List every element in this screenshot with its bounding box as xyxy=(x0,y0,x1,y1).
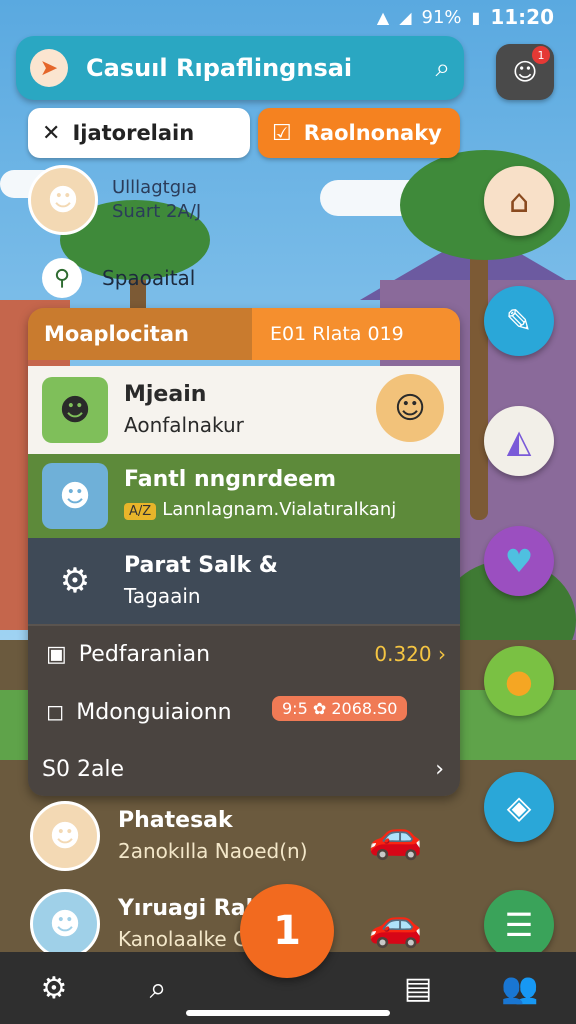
chevron-right-icon: › xyxy=(435,756,444,782)
clock: 11:20 xyxy=(490,5,554,29)
badge: A/Z xyxy=(124,503,157,520)
search-icon[interactable]: ⌕ xyxy=(136,966,180,1010)
location-row[interactable]: ⚲ Spaoaital xyxy=(42,254,195,302)
checkbox-icon: ☑ xyxy=(272,120,292,146)
wifi-icon: ▲ xyxy=(376,7,390,27)
detail-value: 0.320 › xyxy=(374,642,446,666)
detail-row[interactable]: ▣ Pedfaranian 0.320 › xyxy=(28,624,460,682)
puzzle-icon: ⚙ xyxy=(59,561,91,601)
detail-pill: 9:5 ✿ 2068.S0 xyxy=(272,696,408,721)
detail-label: Pedfaranian xyxy=(78,641,211,667)
friend-name: Phatesak xyxy=(118,808,233,833)
list-item-subtitle: Lannlagnam.Vialatıralkanj xyxy=(162,499,397,520)
detail-row[interactable]: ◻ Mdonguiaionn 9:5 ✿ 2068.S0 xyxy=(28,682,460,742)
list-item-subtitle: Tagaain xyxy=(124,584,201,608)
battery-level: 91% xyxy=(421,6,462,28)
detail-label: S0 2ale xyxy=(42,756,125,782)
chip-label: Ijatorelain xyxy=(72,121,195,145)
profile-status: Suart 2A/J xyxy=(112,201,202,222)
list-item-title: Fantl nngnrdeem xyxy=(124,467,337,492)
avatar: ☻ xyxy=(42,463,108,529)
main-panel: Moaplocitan E01 Rlata 019 ☻ Mjeain Aonfa… xyxy=(28,308,460,796)
navigation-arrow-icon[interactable]: ➤ xyxy=(30,49,68,87)
car-icon: 🚗 xyxy=(368,899,423,950)
avatar: ☻ xyxy=(28,165,98,235)
detail-row[interactable]: S0 2ale › xyxy=(28,742,460,796)
chip-filter-check[interactable]: ☑ Raolnonaky xyxy=(258,108,460,158)
battery-icon: ▮ xyxy=(471,7,481,27)
car-icon: 🚗 xyxy=(368,811,423,862)
square-icon: ◻ xyxy=(46,699,65,725)
detail-label: Mdonguiaionn xyxy=(76,699,232,725)
chat-icon: ☺ xyxy=(512,58,538,86)
shop-icon[interactable]: ⌂ xyxy=(484,166,554,236)
list-item[interactable]: ☻ Mjeain Aonfalnakur ☺ xyxy=(28,366,460,454)
chip-filter-close[interactable]: ✕ Ijatorelain xyxy=(28,108,250,158)
people-icon[interactable]: 👥 xyxy=(498,966,542,1010)
location-label: Spaoaital xyxy=(102,266,196,290)
app-bar: ➤ Casuıl Rıpaflingnsai ⌕ xyxy=(16,36,464,100)
status-bar: ▲ ◢ 91% ▮ 11:20 xyxy=(0,0,576,34)
avatar: ☻ xyxy=(42,377,108,443)
palm-trunk xyxy=(470,220,488,520)
list-item[interactable]: ⚙ Parat Salk & Tagaain xyxy=(28,538,460,624)
close-icon: ✕ xyxy=(42,120,61,146)
chip-label: Raolnonaky xyxy=(303,121,442,145)
map-icon[interactable]: ◭ xyxy=(484,406,554,476)
edit-icon[interactable]: ✎ xyxy=(484,286,554,356)
list-icon[interactable]: ☰ xyxy=(484,890,554,960)
home-indicator[interactable] xyxy=(186,1010,390,1016)
panel-tab-right[interactable]: E01 Rlata 019 xyxy=(252,308,460,360)
signal-icon: ◢ xyxy=(399,7,412,27)
gallery-icon[interactable]: ▤ xyxy=(396,966,440,1010)
panel-tab-left[interactable]: Moaplocitan xyxy=(28,308,252,360)
document-icon: ▣ xyxy=(46,641,67,667)
list-item[interactable]: ☻ Fantl nngnrdeem A/Z Lannlagnam.Vialatır… xyxy=(28,454,460,538)
list-item-subtitle: Aonfalnakur xyxy=(124,413,244,437)
app-title: Casuıl Rıpaflingnsai xyxy=(86,54,353,82)
avatar: ☺ xyxy=(376,374,444,442)
avatar: ☻ xyxy=(30,801,100,871)
player-profile[interactable]: ☻ Ulllagtgıa Suart 2A/J xyxy=(28,162,288,238)
friend-item[interactable]: ☻ Phatesak 2anokılla Naoed(n) 🚗 xyxy=(30,800,450,872)
main-action-button[interactable]: 1 xyxy=(240,884,334,978)
list-item-title: Mjeain xyxy=(124,382,207,407)
scan-icon[interactable]: ◈ xyxy=(484,772,554,842)
heart-icon[interactable]: ♥ xyxy=(484,526,554,596)
avatar: ☻ xyxy=(30,889,100,959)
profile-name: Ulllagtgıa xyxy=(112,177,198,198)
search-icon[interactable]: ⌕ xyxy=(435,53,450,84)
medal-icon[interactable]: ● xyxy=(484,646,554,716)
notification-badge: 1 xyxy=(532,46,550,64)
map-pin-icon: ⚲ xyxy=(42,258,82,298)
panel-header: Moaplocitan E01 Rlata 019 xyxy=(28,308,460,360)
settings-icon[interactable]: ⚙ xyxy=(32,966,76,1010)
friend-subtitle: 2anokılla Naoed(n) xyxy=(118,839,308,863)
chat-button[interactable]: ☺ 1 xyxy=(496,44,554,100)
list-item-title: Parat Salk & xyxy=(124,553,278,578)
